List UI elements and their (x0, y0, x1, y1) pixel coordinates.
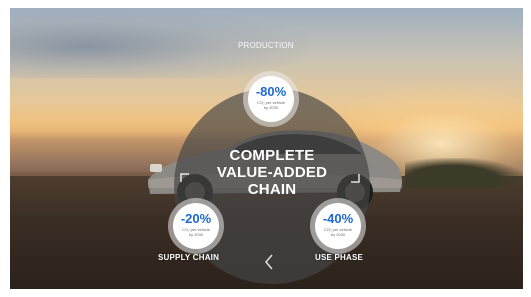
use-phase-badge[interactable]: -40% CO₂ per vehicle by 2030 (315, 203, 361, 249)
bushes (405, 158, 523, 188)
use-phase-note: CO₂ per vehicle by 2030 (323, 227, 352, 237)
use-phase-percent: -40% (322, 211, 354, 226)
production-percent: -80% (255, 84, 287, 99)
supply-chain-badge[interactable]: -20% CO₂ per vehicle by 2030 (173, 203, 219, 249)
production-note: CO₂ per vehicle by 2030 (256, 100, 285, 110)
hero-photo: COMPLETE VALUE-ADDED CHAIN PRODUCTION -8… (10, 8, 523, 289)
use-phase-label: USE PHASE (315, 253, 364, 262)
supply-chain-percent: -20% (180, 211, 212, 226)
chevron-down-right-icon[interactable] (348, 171, 362, 187)
chevron-left-icon[interactable] (263, 253, 275, 273)
center-title: COMPLETE VALUE-ADDED CHAIN (216, 147, 328, 198)
supply-chain-label: SUPPLY CHAIN (158, 253, 220, 262)
chevron-up-left-icon[interactable] (178, 171, 192, 187)
production-label: PRODUCTION (238, 41, 294, 50)
production-badge[interactable]: -80% CO₂ per vehicle by 2030 (248, 76, 294, 122)
supply-chain-note: CO₂ per vehicle by 2030 (181, 227, 210, 237)
